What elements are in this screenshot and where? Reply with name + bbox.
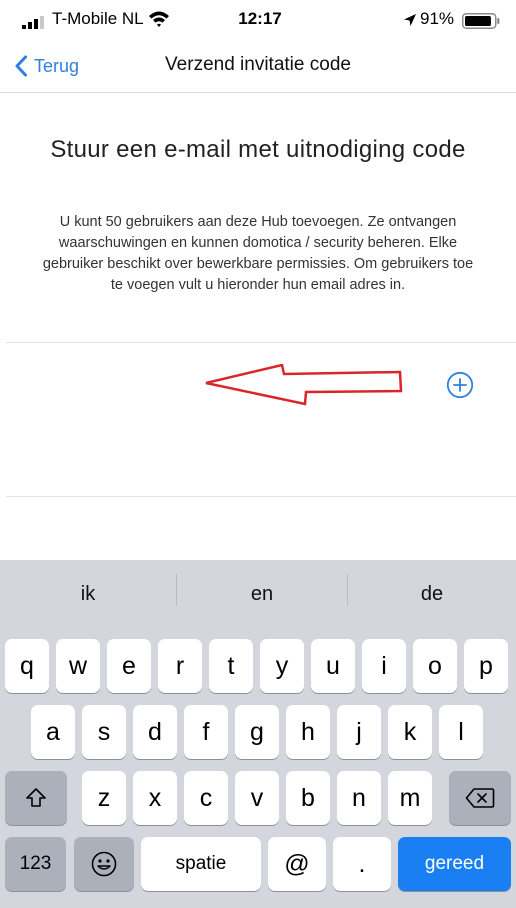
numbers-key[interactable]: 123 [5, 837, 66, 891]
key-w[interactable]: w [56, 639, 100, 693]
battery-icon [462, 13, 500, 29]
chevron-left-icon [15, 55, 27, 77]
key-i[interactable]: i [362, 639, 406, 693]
key-g[interactable]: g [235, 705, 279, 759]
section-heading: Stuur een e-mail met uitnodiging code [50, 136, 466, 163]
suggestion-bar: ik en de [0, 560, 516, 624]
key-u[interactable]: u [311, 639, 355, 693]
email-entry-row [0, 345, 516, 425]
space-key[interactable]: spatie [141, 837, 261, 891]
keyboard: ik en de q w e r t y u i o p a s d f g h… [0, 560, 516, 908]
key-r[interactable]: r [158, 639, 202, 693]
key-j[interactable]: j [337, 705, 381, 759]
key-h[interactable]: h [286, 705, 330, 759]
back-button[interactable]: Terug [14, 53, 79, 79]
key-f[interactable]: f [184, 705, 228, 759]
plus-circle-icon[interactable] [446, 371, 474, 399]
key-x[interactable]: x [133, 771, 177, 825]
key-b[interactable]: b [286, 771, 330, 825]
shift-icon [26, 788, 46, 807]
period-key[interactable]: . [333, 837, 391, 891]
emoji-icon [91, 851, 117, 877]
navigation-bar: Terug Verzend invitatie code [0, 40, 516, 93]
description-text: U kunt 50 gebruikers aan deze Hub toevoe… [42, 214, 474, 293]
shift-key[interactable] [5, 771, 67, 825]
key-y[interactable]: y [260, 639, 304, 693]
suggestion-item[interactable]: de [348, 560, 516, 624]
status-bar: T-Mobile NL 12:17 91% [0, 0, 516, 40]
key-a[interactable]: a [31, 705, 75, 759]
suggestion-item[interactable]: ik [0, 560, 176, 624]
location-arrow-icon [404, 14, 416, 26]
key-m[interactable]: m [388, 771, 432, 825]
emoji-key[interactable] [74, 837, 134, 891]
key-n[interactable]: n [337, 771, 381, 825]
battery-percent: 91% [420, 9, 455, 28]
key-o[interactable]: o [413, 639, 457, 693]
signal-icon [22, 16, 44, 29]
at-key[interactable]: @ [268, 837, 326, 891]
key-q[interactable]: q [5, 639, 49, 693]
back-label: Terug [34, 55, 80, 76]
key-c[interactable]: c [184, 771, 228, 825]
key-k[interactable]: k [388, 705, 432, 759]
key-p[interactable]: p [464, 639, 508, 693]
key-z[interactable]: z [82, 771, 126, 825]
key-s[interactable]: s [82, 705, 126, 759]
key-l[interactable]: l [439, 705, 483, 759]
key-d[interactable]: d [133, 705, 177, 759]
key-e[interactable]: e [107, 639, 151, 693]
divider [6, 496, 516, 497]
status-time: 12:17 [238, 9, 282, 28]
delete-key[interactable] [449, 771, 511, 825]
email-input[interactable] [40, 361, 404, 399]
carrier-label: T-Mobile NL [52, 9, 144, 28]
key-t[interactable]: t [209, 639, 253, 693]
key-v[interactable]: v [235, 771, 279, 825]
divider [6, 342, 516, 343]
return-key[interactable]: gereed [398, 837, 511, 891]
wifi-icon [149, 11, 169, 27]
suggestion-item[interactable]: en [177, 560, 347, 624]
delete-icon [465, 788, 495, 808]
